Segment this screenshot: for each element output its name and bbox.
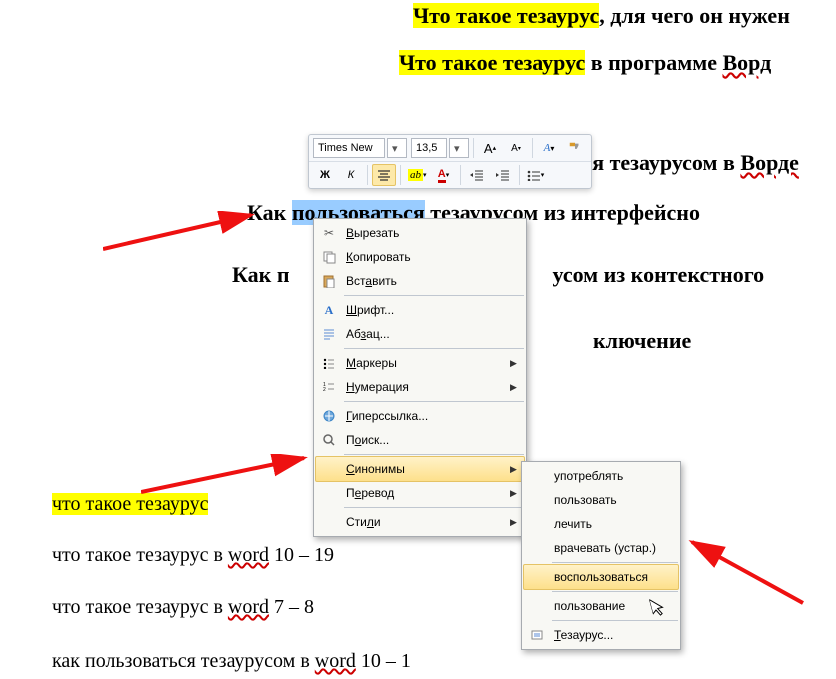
thesaurus-icon [524, 628, 550, 642]
ctx-translate[interactable]: Перевод▶ [316, 481, 524, 505]
bullets-button[interactable]: ▾ [524, 164, 548, 186]
ctx-find[interactable]: Поиск... [316, 428, 524, 452]
arrow-annotation-1 [103, 211, 258, 251]
heading-3-tail: ться тезаурусом в Ворде [560, 149, 799, 178]
syn-option-1[interactable]: употреблять [524, 464, 678, 488]
ctx-bullets[interactable]: Маркеры▶ [316, 351, 524, 375]
paste-icon [316, 274, 342, 288]
syn-option-4[interactable]: врачевать (устар.) [524, 536, 678, 560]
ctx-synonyms[interactable]: Синонимы▶ [315, 456, 525, 482]
paragraph-icon [316, 328, 342, 340]
ctx-font[interactable]: AШрифт... [316, 298, 524, 322]
highlight-button[interactable]: ab▾ [405, 164, 430, 186]
ctx-copy[interactable]: Копировать [316, 245, 524, 269]
shrink-font-button[interactable]: A▾ [504, 137, 528, 159]
ctx-paragraph[interactable]: Абзац... [316, 322, 524, 346]
align-center-button[interactable] [372, 164, 396, 186]
find-icon [316, 433, 342, 447]
body-line-4: как пользоваться тезаурусом в word 10 – … [52, 648, 411, 674]
format-painter-button[interactable] [563, 137, 587, 159]
arrow-annotation-2 [141, 454, 311, 494]
body-line-3: что такое тезаурус в word 7 – 8 [52, 594, 314, 620]
ctx-styles[interactable]: Стили▶ [316, 510, 524, 534]
font-icon: A [316, 303, 342, 318]
numbering-icon: 12 [316, 381, 342, 393]
ctx-numbering[interactable]: 12Нумерация▶ [316, 375, 524, 399]
heading-6: ключение [593, 327, 691, 356]
context-menu: ✂Вырезать Копировать Вставить AШрифт... … [313, 218, 527, 537]
syn-option-3[interactable]: лечить [524, 512, 678, 536]
ctx-paste[interactable]: Вставить [316, 269, 524, 293]
syn-option-5[interactable]: воспользоваться [523, 564, 679, 590]
ctx-cut[interactable]: ✂Вырезать [316, 221, 524, 245]
link-icon [316, 409, 342, 423]
increase-indent-button[interactable] [491, 164, 515, 186]
bullets-icon [316, 357, 342, 369]
body-line-2: что такое тезаурус в word 10 – 19 [52, 542, 334, 568]
font-size-box[interactable]: 13,5 [411, 138, 447, 158]
font-name-box[interactable]: Times New [313, 138, 385, 158]
synonyms-submenu: употреблять пользовать лечить врачевать … [521, 461, 681, 650]
cut-icon: ✂ [316, 226, 342, 240]
syn-option-6[interactable]: пользование [524, 594, 678, 618]
arrow-annotation-3 [688, 538, 808, 608]
mini-toolbar: Times New▾ 13,5▾ A▴ A▾ A▾ Ж К ab▾ A▾ ▾ [308, 134, 592, 189]
syn-thesaurus[interactable]: Тезаурус... [524, 623, 678, 647]
font-size-dd[interactable]: ▾ [449, 138, 469, 158]
syn-option-2[interactable]: пользовать [524, 488, 678, 512]
heading-2: Что такое тезаурус в программе Ворд [399, 49, 771, 78]
font-color-button[interactable]: A▾ [432, 164, 456, 186]
decrease-indent-button[interactable] [465, 164, 489, 186]
grow-font-button[interactable]: A▴ [478, 137, 502, 159]
heading-1: Что такое тезаурус, для чего он нужен [413, 2, 790, 31]
body-line-1: что такое тезаурус [52, 491, 208, 517]
ctx-cut-label: ырезать [354, 226, 399, 240]
italic-button[interactable]: К [339, 164, 363, 186]
svg-text:2: 2 [323, 387, 326, 393]
styles-button[interactable]: A▾ [537, 137, 561, 159]
copy-icon [316, 250, 342, 264]
bold-button[interactable]: Ж [313, 164, 337, 186]
ctx-hyperlink[interactable]: Гиперссылка... [316, 404, 524, 428]
font-name-dd[interactable]: ▾ [387, 138, 407, 158]
